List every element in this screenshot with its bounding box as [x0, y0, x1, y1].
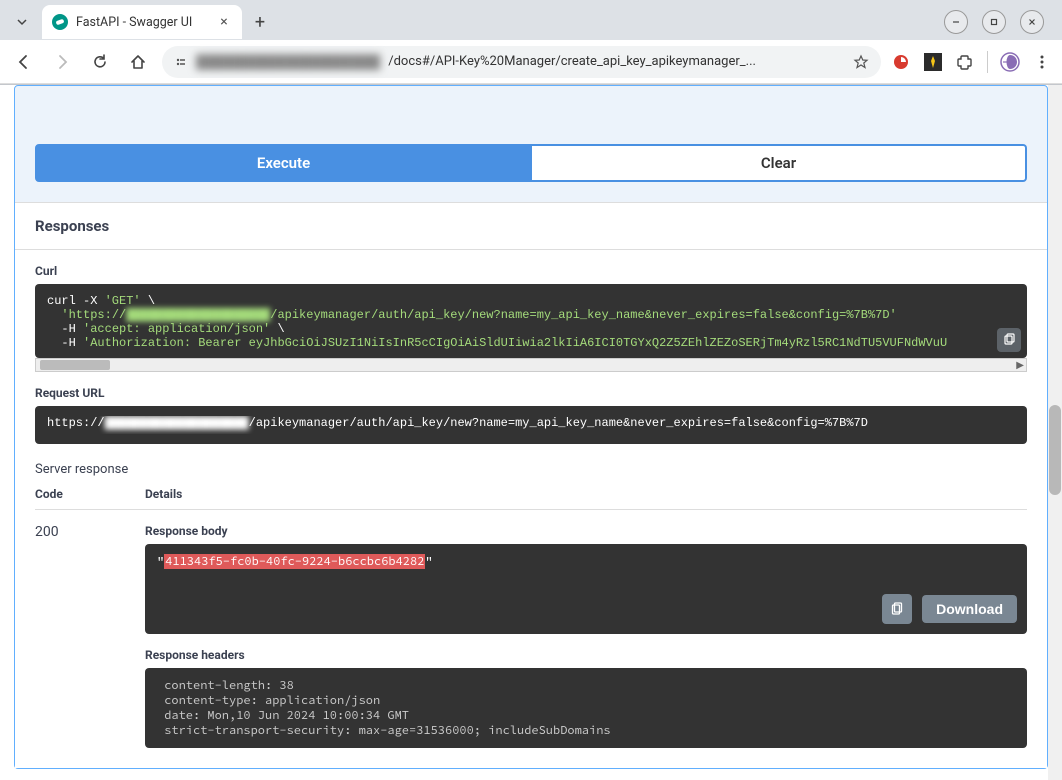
response-table-header: Code Details — [35, 487, 1027, 510]
details-column-header: Details — [145, 487, 182, 501]
browser-chrome: FastAPI - Swagger UI × + — [0, 0, 1062, 85]
request-url-block[interactable]: https://████████████████████/apikeymanag… — [35, 406, 1027, 444]
page-viewport: Execute Clear Responses Curl curl -X 'GE… — [0, 85, 1062, 780]
response-code: 200 — [35, 524, 105, 748]
minimize-button[interactable] — [944, 10, 968, 34]
browser-tab[interactable]: FastAPI - Swagger UI × — [42, 5, 242, 39]
maximize-button[interactable] — [982, 10, 1006, 34]
action-button-row: Execute Clear — [35, 144, 1027, 182]
tab-title: FastAPI - Swagger UI — [76, 15, 208, 30]
try-it-out-area: Execute Clear — [15, 86, 1047, 202]
curl-label: Curl — [35, 264, 1027, 278]
server-response-label: Server response — [35, 462, 1027, 477]
extension-icons — [891, 51, 1052, 73]
menu-button[interactable] — [1032, 52, 1052, 72]
copy-response-button[interactable] — [882, 594, 912, 624]
extensions-button[interactable] — [955, 52, 975, 72]
url-host-obscured: ████████████████████ — [196, 54, 380, 70]
clear-button[interactable]: Clear — [532, 144, 1027, 182]
browser-toolbar: ████████████████████ /docs#/API-Key%20Ma… — [0, 40, 1062, 84]
window-controls — [944, 10, 1054, 34]
request-url-label: Request URL — [35, 386, 1027, 400]
response-headers-block[interactable]: content-length: 38 content-type: applica… — [145, 668, 1027, 748]
new-tab-button[interactable]: + — [246, 8, 274, 36]
swagger-operation-panel: Execute Clear Responses Curl curl -X 'GE… — [14, 85, 1048, 769]
tab-bar: FastAPI - Swagger UI × + — [0, 0, 1062, 40]
back-button[interactable] — [10, 48, 38, 76]
response-details: Response body "411343f5-fc0b-40fc-9224-b… — [145, 524, 1027, 748]
curl-horizontal-scrollbar[interactable]: ▶ — [35, 358, 1027, 372]
home-button[interactable] — [124, 48, 152, 76]
forward-button[interactable] — [48, 48, 76, 76]
tab-close-button[interactable]: × — [216, 14, 232, 30]
curl-code-block[interactable]: curl -X 'GET' \ 'https://███████████████… — [35, 284, 1027, 358]
url-path: /docs#/API-Key%20Manager/create_api_key_… — [388, 54, 845, 69]
responses-heading: Responses — [15, 202, 1047, 250]
address-bar[interactable]: ████████████████████ /docs#/API-Key%20Ma… — [162, 46, 881, 78]
profile-button[interactable] — [1000, 52, 1020, 72]
download-button[interactable]: Download — [922, 595, 1017, 623]
reload-button[interactable] — [86, 48, 114, 76]
tab-list-button[interactable] — [8, 8, 36, 36]
site-settings-icon — [174, 55, 188, 69]
response-headers-label: Response headers — [145, 648, 1027, 662]
execute-button[interactable]: Execute — [35, 144, 532, 182]
response-body-block[interactable]: "411343f5-fc0b-40fc-9224-b6ccbc6b4282" D… — [145, 544, 1027, 634]
close-window-button[interactable] — [1020, 10, 1044, 34]
bookmark-star-icon[interactable] — [853, 54, 869, 70]
scrollbar-thumb[interactable] — [1049, 405, 1061, 495]
copy-curl-button[interactable] — [997, 328, 1021, 352]
response-row: 200 Response body "411343f5-fc0b-40fc-92… — [35, 524, 1027, 748]
response-body-label: Response body — [145, 524, 1027, 538]
responses-body: Curl curl -X 'GET' \ 'https://██████████… — [15, 250, 1047, 768]
page-vertical-scrollbar[interactable] — [1048, 85, 1062, 780]
extension-icon-2[interactable] — [923, 52, 943, 72]
code-column-header: Code — [35, 487, 105, 501]
extension-icon-1[interactable] — [891, 52, 911, 72]
fastapi-favicon — [52, 14, 68, 30]
